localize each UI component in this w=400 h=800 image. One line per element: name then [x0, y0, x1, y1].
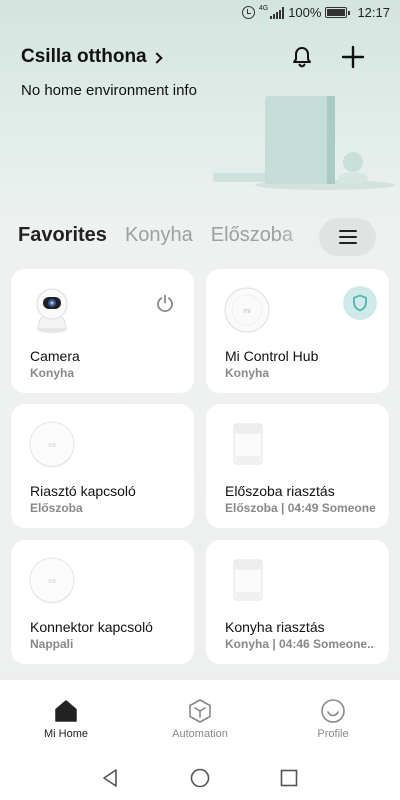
tab-favorites[interactable]: Favorites	[18, 224, 107, 247]
nav-label: Profile	[317, 728, 349, 740]
device-name: Mi Control Hub	[225, 348, 319, 364]
power-button[interactable]	[148, 286, 182, 320]
nav-label: Mi Home	[43, 728, 88, 740]
shield-icon	[353, 294, 367, 312]
camera-icon	[36, 288, 68, 333]
home-icon	[55, 700, 77, 722]
device-name: Camera	[30, 348, 80, 364]
add-device-button[interactable]	[340, 44, 366, 70]
hub-icon: mi	[224, 287, 270, 333]
back-icon[interactable]	[100, 767, 122, 789]
device-room: Előszoba | 04:49 Someone...	[225, 501, 375, 515]
svg-text:mi: mi	[48, 442, 56, 449]
network-type: 4G	[258, 5, 269, 12]
nav-label: Automation	[172, 728, 228, 740]
battery-percent: 100%	[288, 5, 322, 20]
home-circle-icon[interactable]	[189, 767, 211, 789]
device-room: Nappali	[30, 637, 74, 651]
device-card-konyha-riasztas[interactable]: Konyha riasztás Konyha | 04:46 Someone..…	[206, 540, 389, 664]
device-room: Konyha	[30, 366, 75, 380]
device-card-camera[interactable]: Camera Konyha	[11, 269, 194, 393]
nav-mi-home[interactable]: Mi Home	[16, 698, 116, 740]
bottom-navigation: Mi Home Automation Profile	[0, 679, 400, 755]
plus-icon	[341, 45, 365, 69]
power-icon	[157, 294, 173, 312]
device-name: Konnektor kapcsoló	[30, 619, 153, 635]
motion-sensor-icon	[233, 423, 263, 465]
bell-icon	[293, 47, 311, 68]
tab-fade	[280, 218, 320, 258]
security-button[interactable]	[343, 286, 377, 320]
clock: 12:17	[357, 5, 390, 20]
device-name: Előszoba riasztás	[225, 483, 335, 499]
tab-konyha[interactable]: Konyha	[125, 224, 193, 247]
device-room: Konyha	[225, 366, 270, 380]
home-illustration	[213, 96, 395, 190]
device-card-control-hub[interactable]: mi Mi Control Hub Konyha	[206, 269, 389, 393]
wireless-switch-icon: mi	[29, 557, 75, 604]
device-name: Konyha riasztás	[225, 619, 325, 635]
recents-icon[interactable]	[278, 767, 300, 789]
signal-icon	[270, 6, 285, 19]
alarm-icon	[241, 6, 255, 19]
room-tabs: Favorites Konyha Előszoba	[18, 224, 293, 247]
hexagon-icon	[189, 699, 211, 723]
home-name: Csilla otthona	[21, 46, 147, 67]
rooms-menu-button[interactable]	[319, 218, 376, 256]
nav-profile[interactable]: Profile	[283, 698, 383, 740]
device-room: Előszoba	[30, 501, 83, 515]
battery-icon	[325, 7, 351, 18]
motion-sensor-icon	[233, 559, 263, 601]
device-name: Riasztó kapcsoló	[30, 483, 136, 499]
smile-icon	[321, 699, 345, 723]
wireless-switch-icon: mi	[29, 421, 75, 468]
device-card-konnektor-kapcsolo[interactable]: mi Konnektor kapcsoló Nappali	[11, 540, 194, 664]
system-navigation-bar	[0, 755, 400, 800]
svg-text:mi: mi	[243, 308, 251, 315]
hamburger-icon	[338, 230, 357, 245]
environment-info: No home environment info	[21, 82, 197, 99]
device-room: Konyha | 04:46 Someone...	[225, 637, 375, 651]
chevron-right-icon	[150, 51, 163, 64]
notifications-button[interactable]	[289, 44, 315, 70]
device-card-eloszoba-riasztas[interactable]: Előszoba riasztás Előszoba | 04:49 Someo…	[206, 404, 389, 528]
status-bar: 4G 100% 12:17	[0, 0, 400, 26]
nav-automation[interactable]: Automation	[150, 698, 250, 740]
svg-text:mi: mi	[48, 578, 56, 585]
home-selector[interactable]: Csilla otthona	[21, 46, 163, 68]
device-card-riaszto-kapcsolo[interactable]: mi Riasztó kapcsoló Előszoba	[11, 404, 194, 528]
